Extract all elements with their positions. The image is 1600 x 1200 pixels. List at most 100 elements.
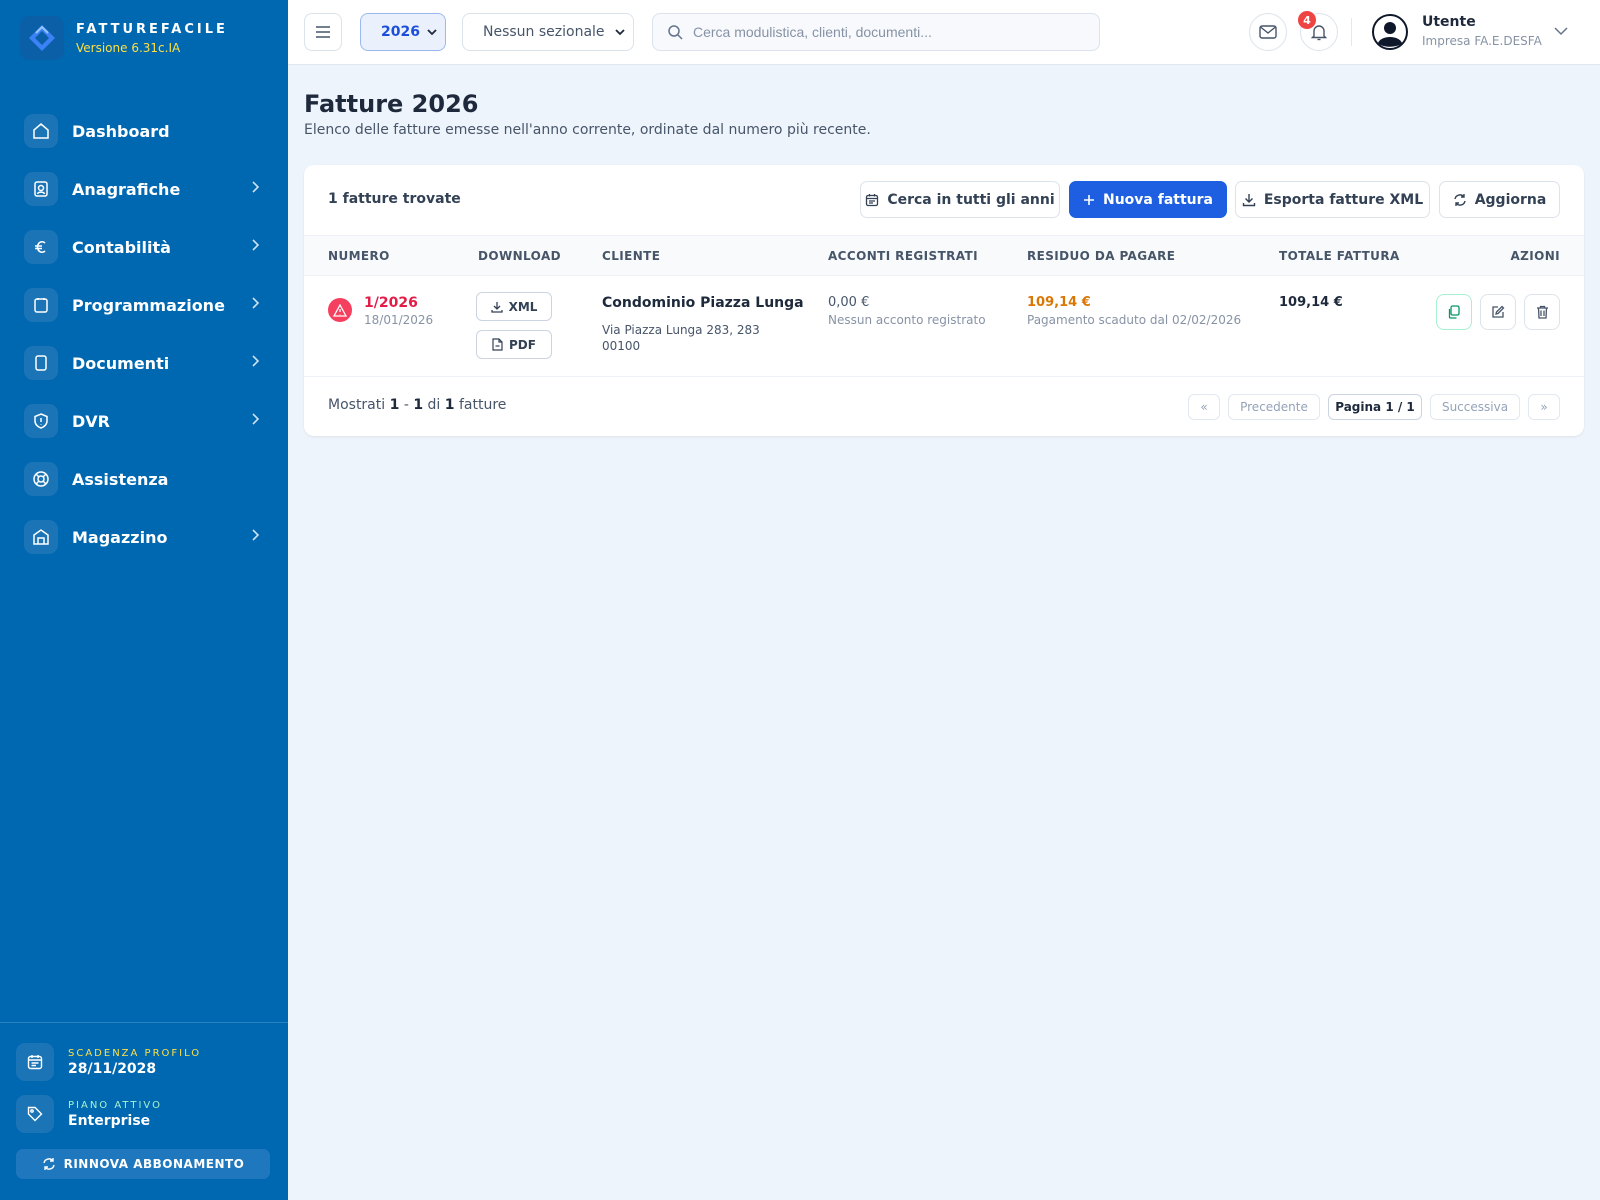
chevron-down-icon (615, 29, 625, 36)
sezionale-select[interactable]: Nessun sezionale (462, 13, 634, 51)
client-address: Via Piazza Lunga 283, 283 00100 (602, 322, 772, 354)
column-header-acconti: ACCONTI REGISTRATI (828, 249, 978, 263)
sidebar-item-programmazione[interactable]: Programmazione (24, 276, 264, 334)
download-xml-button[interactable]: XML (476, 292, 552, 321)
column-header-numero: NUMERO (328, 249, 390, 263)
calendar-icon (16, 1043, 54, 1081)
sidebar-item-label: Assistenza (72, 469, 169, 489)
first-page-button[interactable]: « (1188, 394, 1220, 420)
table-header: NUMERO DOWNLOAD CLIENTE ACCONTI REGISTRA… (304, 235, 1584, 276)
chevron-right-icon (252, 181, 260, 193)
brand-name: FATTUREFACILE (76, 21, 228, 37)
new-invoice-label: Nuova fattura (1103, 191, 1213, 208)
sidebar-item-anagrafiche[interactable]: Anagrafiche (24, 160, 264, 218)
warehouse-icon (24, 520, 58, 554)
invoice-number[interactable]: 1/2026 (364, 295, 418, 311)
sidebar-item-dvr[interactable]: DVR (24, 392, 264, 450)
invoice-count: 1 fatture trovate (328, 191, 461, 207)
document-icon (24, 346, 58, 380)
refresh-label: Aggiorna (1474, 191, 1547, 208)
chevron-down-icon (427, 29, 437, 36)
client-cap: 00100 (602, 339, 641, 353)
tag-icon (16, 1095, 54, 1133)
brand[interactable]: FATTUREFACILE Versione 6.31c.IA (20, 16, 228, 60)
sidebar-nav: Dashboard Anagrafiche Contabilità Progra… (24, 102, 264, 566)
sidebar-item-assistenza[interactable]: Assistenza (24, 450, 264, 508)
menu-toggle-button[interactable] (304, 13, 342, 51)
year-value: 2026 (381, 24, 420, 40)
residuo-value: 109,14 € (1027, 295, 1091, 310)
sidebar-item-label: DVR (72, 411, 110, 431)
last-page-button[interactable]: » (1528, 394, 1560, 420)
renew-subscription-button[interactable]: RINNOVA ABBONAMENTO (16, 1149, 270, 1179)
warning-icon (328, 298, 352, 322)
search-all-years-button[interactable]: Cerca in tutti gli anni (860, 181, 1060, 218)
expiry-value: 28/11/2028 (68, 1060, 157, 1077)
clipboard-icon (24, 288, 58, 322)
messages-button[interactable] (1249, 13, 1287, 51)
column-header-residuo: RESIDUO DA PAGARE (1027, 249, 1176, 263)
renew-label: RINNOVA ABBONAMENTO (63, 1157, 245, 1171)
user-menu-chevron-icon[interactable] (1554, 27, 1568, 36)
topbar-divider (1351, 18, 1352, 46)
expiry-caption: SCADENZA PROFILO (68, 1047, 202, 1059)
edit-icon (1492, 305, 1505, 318)
mail-icon (1259, 25, 1277, 39)
acconti-value: 0,00 € (828, 295, 870, 310)
trash-icon (1536, 305, 1548, 319)
sidebar-item-label: Dashboard (72, 121, 170, 141)
pagination-summary: Mostrati 1 - 1 di 1 fatture (328, 397, 506, 413)
pagination-separator: - (403, 397, 409, 413)
pagination-from: 1 (389, 397, 400, 413)
pdf-file-icon (492, 338, 503, 351)
current-page-indicator: Pagina 1 / 1 (1328, 394, 1422, 420)
refresh-button[interactable]: Aggiorna (1439, 181, 1560, 218)
sidebar-item-documenti[interactable]: Documenti (24, 334, 264, 392)
sidebar-item-magazzino[interactable]: Magazzino (24, 508, 264, 566)
user-name[interactable]: Utente (1422, 14, 1476, 30)
year-select[interactable]: 2026 (360, 13, 446, 51)
sidebar-item-label: Anagrafiche (72, 179, 181, 199)
plan-caption: PIANO ATTIVO (68, 1099, 162, 1111)
pagination-to: 1 (413, 397, 424, 413)
duplicate-button[interactable] (1436, 294, 1472, 330)
acconti-note: Nessun acconto registrato (828, 313, 986, 327)
chevron-right-icon (252, 239, 260, 251)
sidebar-item-contabilita[interactable]: Contabilità (24, 218, 264, 276)
column-header-totale: TOTALE FATTURA (1279, 249, 1400, 263)
search-input[interactable] (693, 24, 1083, 40)
search-all-years-label: Cerca in tutti gli anni (887, 191, 1055, 208)
logo-icon (20, 16, 64, 60)
topbar: 2026 Nessun sezionale 4 Utente Impresa F… (288, 0, 1600, 65)
residuo-note: Pagamento scaduto dal 02/02/2026 (1027, 313, 1242, 327)
avatar[interactable] (1372, 14, 1408, 54)
hamburger-icon (316, 26, 330, 38)
pdf-label: PDF (509, 337, 536, 352)
previous-page-button[interactable]: Precedente (1228, 394, 1320, 420)
export-xml-button[interactable]: Esporta fatture XML (1235, 181, 1430, 218)
sidebar-footer: SCADENZA PROFILO 28/11/2028 PIANO ATTIVO… (0, 1022, 288, 1200)
refresh-icon (1453, 193, 1466, 206)
sezionale-value: Nessun sezionale (483, 24, 605, 40)
pagination-of: di (427, 397, 441, 413)
brand-version: Versione 6.31c.IA (76, 40, 181, 55)
edit-button[interactable] (1480, 294, 1516, 330)
delete-button[interactable] (1524, 294, 1560, 330)
client-street: Via Piazza Lunga 283, 283 (602, 323, 760, 337)
lifebuoy-icon (24, 462, 58, 496)
sidebar: FATTUREFACILE Versione 6.31c.IA Dashboar… (0, 0, 288, 1200)
sidebar-item-label: Documenti (72, 353, 170, 373)
sidebar-item-label: Magazzino (72, 527, 168, 547)
search-box (652, 13, 1100, 51)
download-pdf-button[interactable]: PDF (476, 330, 552, 359)
column-header-azioni: AZIONI (1510, 249, 1560, 263)
chevron-right-icon (252, 355, 260, 367)
notification-badge: 4 (1298, 11, 1316, 29)
sidebar-item-dashboard[interactable]: Dashboard (24, 102, 264, 160)
shield-icon (24, 404, 58, 438)
column-header-cliente: CLIENTE (602, 249, 661, 263)
client-name[interactable]: Condominio Piazza Lunga (602, 295, 804, 311)
next-page-button[interactable]: Successiva (1430, 394, 1520, 420)
new-invoice-button[interactable]: Nuova fattura (1069, 181, 1227, 218)
page-title: Fatture 2026 (304, 90, 479, 118)
